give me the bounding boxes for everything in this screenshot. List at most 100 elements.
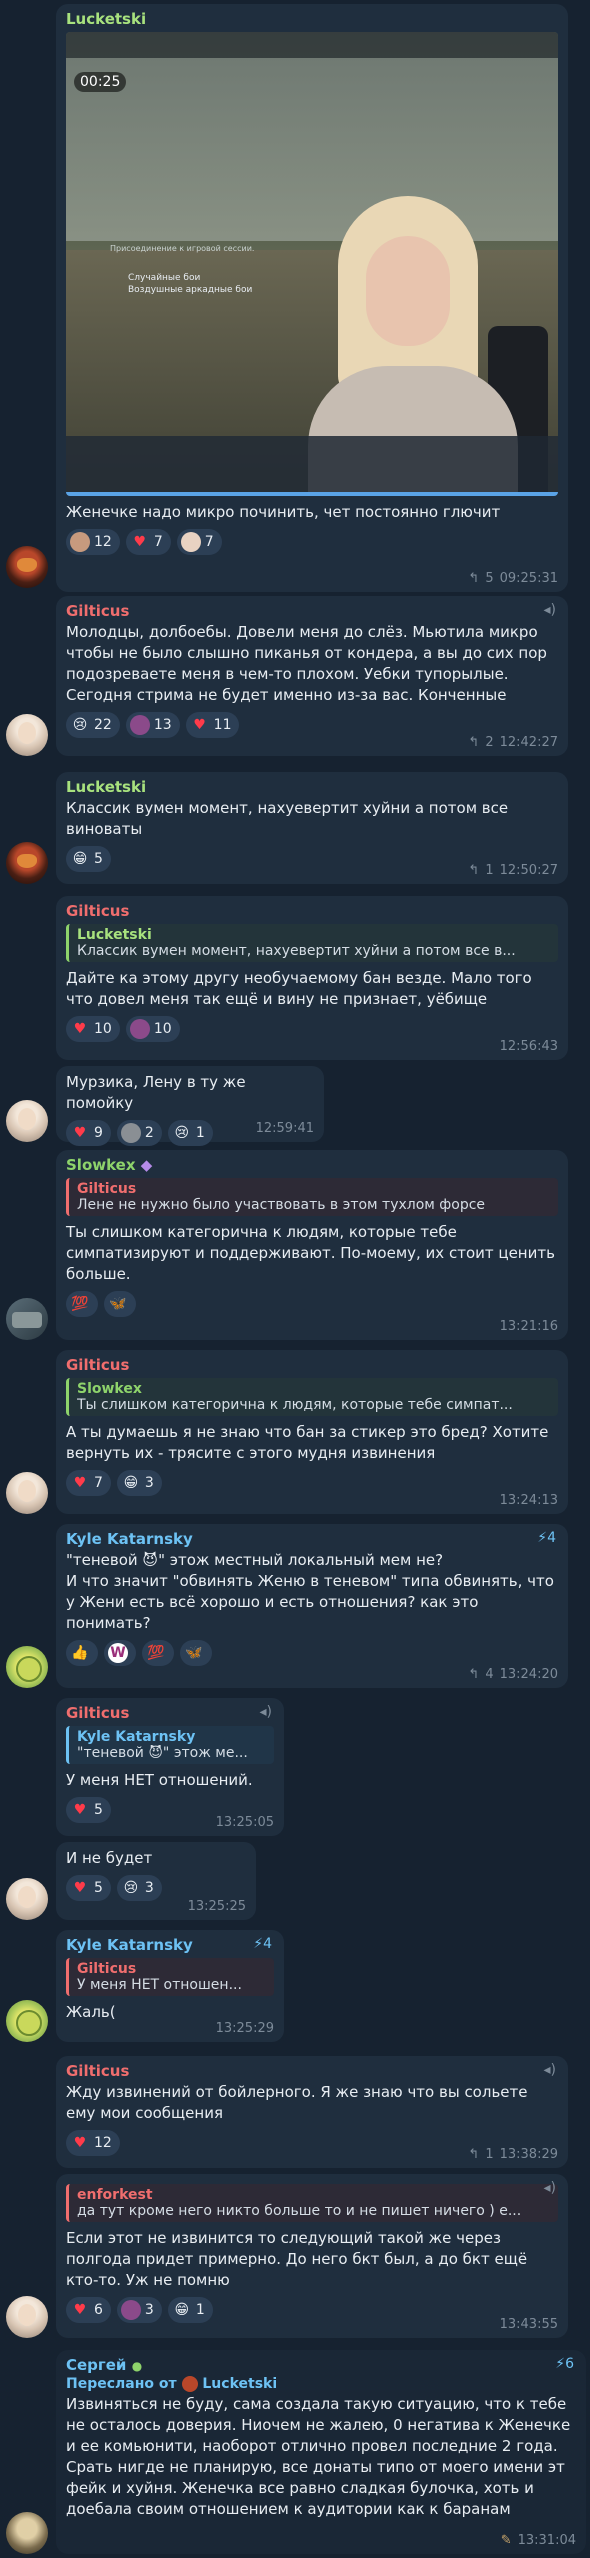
message-bubble[interactable]: Мурзика, Лену в ту же помойку ♥ 9 2 😢 1 12… <box>56 1066 324 1146</box>
message-bubble[interactable]: Gilticus Lucketski Классик вумен момент,… <box>56 896 568 1060</box>
reaction-chip[interactable]: 10 <box>125 1016 180 1042</box>
sender-name[interactable]: Gilticus <box>66 1356 558 1374</box>
message-bubble[interactable]: ◂) enforkest да тут кроме него никто бол… <box>56 2174 568 2338</box>
reaction-chip[interactable]: ♥ 11 <box>185 712 240 738</box>
message-bubble[interactable]: Kyle Katarnsky ⚡4 Gilticus У меня НЕТ от… <box>56 1930 284 2042</box>
message-bubble[interactable]: Сергей ● ⚡6 Переслано от Lucketski Извин… <box>56 2350 586 2554</box>
reply-quote[interactable]: Gilticus У меня НЕТ отношен... <box>66 1958 274 1996</box>
reaction-chip[interactable]: 💯 <box>142 1640 174 1666</box>
reaction-chip[interactable]: 👍 <box>66 1640 98 1666</box>
avatar[interactable] <box>6 1646 48 1688</box>
reaction-chip[interactable]: 🦋 <box>104 1291 136 1317</box>
reply-arrow-icon[interactable]: ↰ <box>468 863 479 878</box>
reactions: ♥ 7 😁 3 <box>66 1470 558 1496</box>
reaction-chip[interactable]: 😢 1 <box>167 1120 213 1146</box>
reaction-chip[interactable]: 3 <box>116 2297 162 2323</box>
avatar[interactable] <box>6 1100 48 1142</box>
heart-icon: ♥ <box>193 717 206 733</box>
message-bubble[interactable]: Lucketski Классик вумен момент, нахуевер… <box>56 772 568 884</box>
reaction-count: 11 <box>213 717 232 733</box>
reply-count[interactable]: 1 <box>485 2147 493 2162</box>
avatar[interactable] <box>6 714 48 756</box>
message-meta: ↰ 5 09:25:31 <box>468 571 558 586</box>
timestamp: 12:42:27 <box>499 735 558 750</box>
reply-count[interactable]: 4 <box>485 1667 493 1682</box>
message-bubble[interactable]: Slowkex ◆ Gilticus Лене не нужно было уч… <box>56 1150 568 1340</box>
sender-name[interactable]: Сергей ● <box>66 2356 576 2374</box>
sender-name[interactable]: Gilticus <box>66 2062 558 2080</box>
reply-count[interactable]: 1 <box>485 863 493 878</box>
timestamp: 13:43:55 <box>499 2317 558 2332</box>
sender-name[interactable]: Gilticus <box>66 1704 274 1722</box>
message-text: Жаль( <box>66 2003 116 2021</box>
boost-count: 4 <box>547 1530 556 1546</box>
reaction-chip[interactable]: ♥ 9 <box>66 1120 111 1146</box>
sender-name[interactable]: Gilticus <box>66 602 558 620</box>
message-text: И не будет <box>66 1849 153 1867</box>
reply-quote[interactable]: Lucketski Классик вумен момент, нахуевер… <box>66 924 558 962</box>
message-bubble[interactable]: Gilticus ◂) Kyle Katarnsky "теневой 😈" э… <box>56 1698 284 1836</box>
avatar[interactable] <box>6 1472 48 1514</box>
reply-quote[interactable]: enforkest да тут кроме него никто больше… <box>66 2184 558 2222</box>
reply-quote[interactable]: Slowkex Ты слишком категорична к людям, … <box>66 1378 558 1416</box>
sender-name[interactable]: Lucketski <box>66 10 558 28</box>
message-bubble[interactable]: Gilticus Молодцы, долбоебы. Довели меня … <box>56 596 568 756</box>
reaction-chip[interactable]: 😁 5 <box>66 846 111 872</box>
reaction-chip[interactable]: 13 <box>125 712 180 738</box>
message-bubble[interactable]: И не будет ♥ 5 😢 3 13:25:25 <box>56 1842 256 1920</box>
message-bubble[interactable]: Lucketski Присоединение к игровой сессии… <box>56 4 568 592</box>
avatar[interactable] <box>6 546 48 588</box>
sender-name[interactable]: Kyle Katarnsky <box>66 1530 558 1548</box>
message-bubble[interactable]: Kyle Katarnsky ⚡4 "теневой 😈" этож местн… <box>56 1524 568 1688</box>
sender-name[interactable]: Kyle Katarnsky <box>66 1936 274 1954</box>
reaction-chip[interactable]: ♥ 10 <box>66 1016 120 1042</box>
video-progress[interactable] <box>66 492 558 496</box>
message-bubble[interactable]: Gilticus Slowkex Ты слишком категорична … <box>56 1350 568 1514</box>
reaction-chip[interactable]: ♥ 7 <box>125 529 171 555</box>
emoji-status-icon: ● <box>131 2359 143 2373</box>
avatar[interactable] <box>6 842 48 884</box>
reply-count[interactable]: 5 <box>485 571 493 586</box>
reaction-chip[interactable]: 2 <box>116 1120 162 1146</box>
timestamp: 13:24:20 <box>499 1667 558 1682</box>
reply-count[interactable]: 2 <box>485 735 493 750</box>
sender-name[interactable]: Gilticus <box>66 902 558 920</box>
message-bubble[interactable]: Gilticus ◂) Жду извинений от бойлерного.… <box>56 2056 568 2168</box>
reaction-chip[interactable]: ♥ 7 <box>66 1470 111 1496</box>
reaction-chip[interactable]: 😢 22 <box>66 712 120 738</box>
reaction-chip[interactable]: 😁 3 <box>116 1470 162 1496</box>
reaction-chip[interactable]: ♥ 5 <box>66 1797 111 1823</box>
reaction-chip[interactable]: 😁 1 <box>167 2297 213 2323</box>
reaction-chip[interactable]: 💯 <box>66 1291 98 1317</box>
reply-arrow-icon[interactable]: ↰ <box>468 571 479 586</box>
timestamp: 13:25:05 <box>215 1815 274 1830</box>
reply-text: Ты слишком категорична к людям, которые … <box>77 1397 513 1413</box>
reaction-chip[interactable]: W <box>104 1640 136 1666</box>
volume-icon: ◂) <box>259 1704 273 1720</box>
reply-arrow-icon[interactable]: ↰ <box>468 1667 479 1682</box>
avatar[interactable] <box>6 2000 48 2042</box>
avatar[interactable] <box>6 1878 48 1920</box>
reaction-chip[interactable]: ♥ 6 <box>66 2297 111 2323</box>
reaction-count: 10 <box>94 1021 112 1037</box>
reaction-chip[interactable]: 12 <box>66 529 120 555</box>
forwarded-header[interactable]: Переслано от Lucketski <box>66 2376 576 2392</box>
avatar[interactable] <box>6 2296 48 2338</box>
video-player[interactable]: Присоединение к игровой сессии. Случайны… <box>66 32 558 496</box>
reaction-chip[interactable]: 7 <box>176 529 222 555</box>
avatar[interactable] <box>6 1298 48 1340</box>
face-avatar-icon <box>120 1123 141 1143</box>
crying-face-icon: 😢 <box>174 1125 190 1141</box>
avatar[interactable] <box>6 2512 48 2554</box>
sender-name[interactable]: Slowkex ◆ <box>66 1156 558 1174</box>
reply-arrow-icon[interactable]: ↰ <box>468 2147 479 2162</box>
sender-name[interactable]: Lucketski <box>66 778 558 796</box>
reply-quote[interactable]: Kyle Katarnsky "теневой 😈" этож ме... <box>66 1726 274 1764</box>
reply-arrow-icon[interactable]: ↰ <box>468 735 479 750</box>
reaction-chip[interactable]: 🦋 <box>180 1640 212 1666</box>
reaction-chip[interactable]: 😢 3 <box>116 1875 162 1901</box>
reply-quote[interactable]: Gilticus Лене не нужно было участвовать … <box>66 1178 558 1216</box>
reaction-chip[interactable]: ♥ 12 <box>66 2130 120 2156</box>
reaction-count: 3 <box>144 2302 154 2318</box>
reaction-chip[interactable]: ♥ 5 <box>66 1875 111 1901</box>
